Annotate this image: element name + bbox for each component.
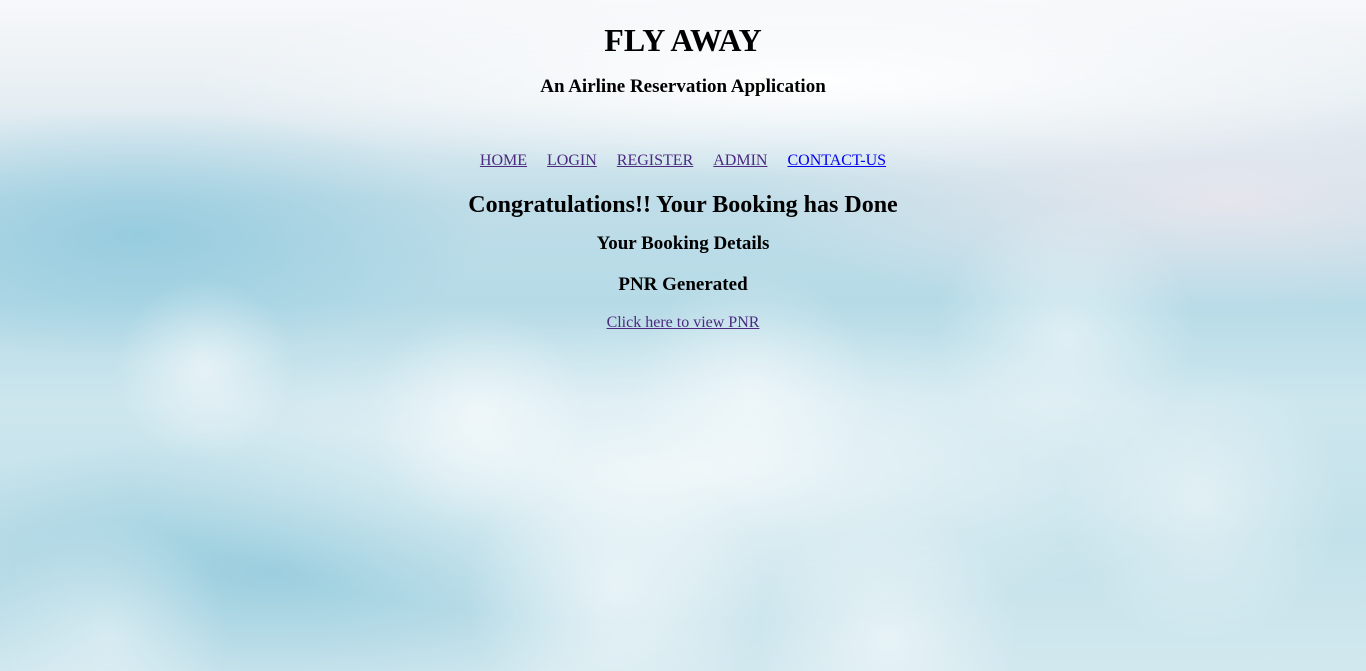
pnr-link-container: Click here to view PNR: [0, 296, 1366, 333]
page-content: FLY AWAY An Airline Reservation Applicat…: [0, 0, 1366, 333]
nav-login-link[interactable]: LOGIN: [547, 152, 597, 169]
view-pnr-link[interactable]: Click here to view PNR: [607, 314, 760, 331]
main-nav: HOME LOGIN REGISTER ADMIN CONTACT-US: [0, 151, 1366, 171]
nav-admin-link[interactable]: ADMIN: [713, 152, 767, 169]
app-title: FLY AWAY: [604, 22, 762, 58]
nav-register-link[interactable]: REGISTER: [617, 152, 693, 169]
booking-details-heading: Your Booking Details: [596, 233, 770, 254]
booking-success-heading: Congratulations!! Your Booking has Done: [468, 192, 898, 218]
pnr-generated-heading: PNR Generated: [618, 274, 748, 295]
nav-contact-us-link[interactable]: CONTACT-US: [787, 152, 886, 169]
app-subtitle: An Airline Reservation Application: [540, 76, 826, 97]
nav-home-link[interactable]: HOME: [480, 152, 527, 169]
